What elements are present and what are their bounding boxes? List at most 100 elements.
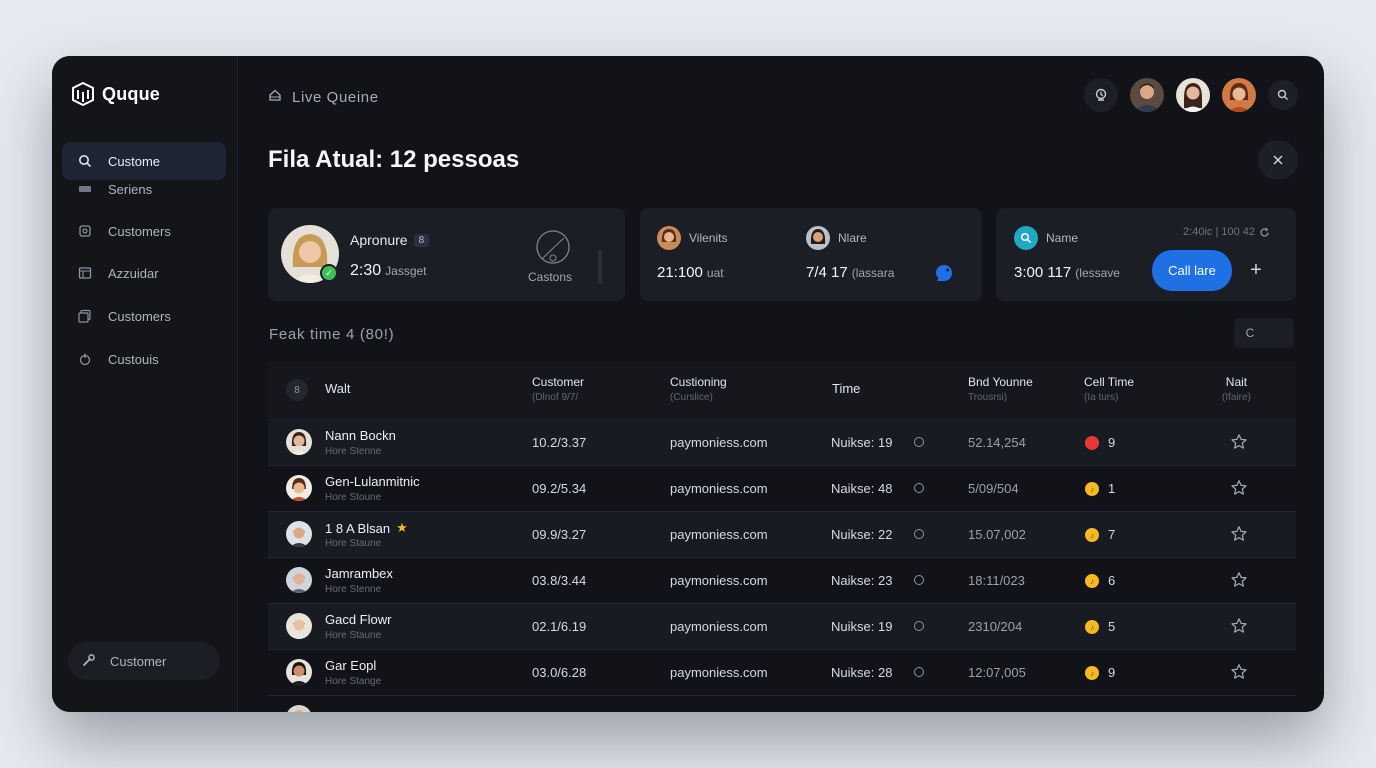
- avatar[interactable]: [1222, 78, 1256, 112]
- row-subtitle: Hore Stenne: [325, 584, 382, 595]
- row-count: 9: [1108, 665, 1116, 680]
- breadcrumb: Live Queine: [268, 88, 379, 106]
- queue-stats-card[interactable]: Vilenits 21:100 uat Nlare 7/4 17 (lassara: [640, 208, 982, 301]
- row-time: 52.14,254: [968, 435, 1026, 450]
- search-icon[interactable]: [1014, 226, 1038, 250]
- row-date: 03.8/3.44: [532, 573, 587, 588]
- section-action-button[interactable]: C: [1234, 318, 1294, 348]
- header-badge: 8: [286, 379, 308, 401]
- table-row[interactable]: Nann Bockn Hore Stenne 10.2/3.37 paymoniess…: [268, 420, 1296, 466]
- column-header-call[interactable]: Cell Time (Ia turs): [1084, 375, 1134, 405]
- sidebar-item-seriens[interactable]: Seriens: [62, 174, 226, 204]
- row-count: 7: [1108, 527, 1116, 542]
- customer-name: Nann Bockn: [325, 428, 396, 443]
- calendar-icon: [78, 266, 92, 280]
- row-status: Nuikse: 19: [831, 435, 893, 450]
- row-subtitle: Hore Stoune: [325, 492, 382, 503]
- avatar[interactable]: [1130, 78, 1164, 112]
- avatar: [286, 659, 312, 685]
- table-row[interactable]: 1 8 A Blsan ★ Hore Staune 09.9/3.27 paymonie…: [268, 512, 1296, 558]
- chat-icon[interactable]: [934, 263, 954, 283]
- status-ring-icon: [914, 483, 924, 493]
- card-meta-text: 2:40ic | 100 42: [1183, 226, 1255, 238]
- sidebar-item-customers[interactable]: Customers: [62, 212, 226, 250]
- favorite-star-icon[interactable]: [1230, 571, 1248, 589]
- stat-person-name: Vilenits: [689, 231, 728, 245]
- current-customer-card[interactable]: ✓ Apronure 8 2:30 Jassget Castons: [268, 208, 625, 301]
- table-row[interactable]: Gacd Flowr Hore Staune 02.1/6.19 paymoniess…: [268, 604, 1296, 650]
- column-header-customing[interactable]: Custioning (Curslice): [670, 375, 727, 405]
- wait-time: 2:30 Jassget: [350, 262, 427, 280]
- table-row[interactable]: Gar Eopl Hore Stange 03.0/6.28 paymoniess.c…: [268, 650, 1296, 696]
- avatar[interactable]: [1176, 78, 1210, 112]
- sidebar-bottom-label: Customer: [110, 653, 167, 669]
- close-button[interactable]: [1258, 140, 1298, 180]
- logo-cube-icon: [72, 82, 94, 106]
- row-status: Nuikse: 19: [831, 619, 893, 634]
- row-time: 15.07,002: [968, 527, 1026, 542]
- refresh-icon[interactable]: [1259, 227, 1270, 238]
- row-domain[interactable]: paymoniess.com: [670, 527, 768, 542]
- table-row[interactable]: Jamrambex Hore Stenne 03.8/3.44 paymoniess.…: [268, 558, 1296, 604]
- header-sub: Trousrsi): [968, 392, 1008, 403]
- notifications-button[interactable]: [1084, 78, 1118, 112]
- row-domain[interactable]: paymoniess.com: [670, 619, 768, 634]
- wrench-icon: [82, 653, 96, 670]
- customer-name: Jamrambex: [325, 566, 393, 581]
- row-time: 2310/204: [968, 619, 1023, 634]
- home-icon[interactable]: [268, 88, 282, 106]
- column-header-nait[interactable]: Nait (Ifaire): [1222, 375, 1251, 405]
- table-row[interactable]: Gen-Lulanmitnic Hore Stoune 09.2/5.34 paymo…: [268, 466, 1296, 512]
- favorite-star-icon[interactable]: [1230, 617, 1248, 635]
- call-next-card: Name 2:40ic | 100 42 3:00 117 (lessave Ca…: [996, 208, 1296, 301]
- app-logo[interactable]: Quque: [72, 82, 160, 106]
- favorite-star-icon[interactable]: [1230, 663, 1248, 681]
- hand-icon: [78, 352, 92, 366]
- row-subtitle: Hore Stenne: [325, 446, 382, 457]
- priority-dot-icon: ♪: [1085, 620, 1099, 634]
- avatar: [286, 705, 312, 712]
- favorite-star-icon[interactable]: [1230, 525, 1248, 543]
- sidebar-item-customers-2[interactable]: Customers: [62, 297, 226, 335]
- breadcrumb-label[interactable]: Live Queine: [292, 89, 379, 106]
- add-button[interactable]: +: [1244, 258, 1268, 282]
- customer-name: Apronure: [350, 232, 408, 248]
- row-count: 1: [1108, 481, 1116, 496]
- priority-dot-icon: ♪: [1085, 574, 1099, 588]
- favorite-star-icon[interactable]: [1230, 433, 1248, 451]
- row-date: 02.1/6.19: [532, 619, 587, 634]
- status-ring-icon: [914, 575, 924, 585]
- avatar: [286, 613, 312, 639]
- stat-value: 21:100: [657, 264, 703, 281]
- call-next-button[interactable]: Call lare: [1152, 250, 1232, 291]
- row-date: 09.9/3.27: [532, 527, 587, 542]
- card-caption: Castons: [528, 270, 573, 284]
- row-domain[interactable]: paymoniess.com: [670, 481, 768, 496]
- search-button[interactable]: [1268, 80, 1298, 110]
- avatar: [806, 226, 830, 250]
- sidebar-bottom-button[interactable]: Customer: [68, 642, 220, 680]
- card-icon: [78, 182, 92, 196]
- favorite-star-icon[interactable]: [1230, 479, 1248, 497]
- header-sub: (Ifaire): [1222, 392, 1251, 403]
- wait-time-unit: Jassget: [385, 264, 427, 278]
- column-header-customer[interactable]: Customer (Dlnof 9/7/: [532, 375, 584, 405]
- row-domain[interactable]: paymoniess.com: [670, 665, 768, 680]
- column-header-wait[interactable]: Walt: [325, 381, 351, 396]
- users-icon: [78, 309, 92, 323]
- sidebar-item-custouis[interactable]: Custouis: [62, 340, 226, 378]
- table-row-partial: [268, 696, 1296, 712]
- column-header-band[interactable]: Bnd Younne Trousrsi): [968, 375, 1033, 405]
- next-call-value: 3:00 117: [1014, 264, 1072, 281]
- column-header-time[interactable]: Time: [832, 381, 860, 396]
- header-label: Cell Time: [1084, 375, 1135, 389]
- level-bar: [598, 250, 602, 284]
- priority-dot-icon: ♪: [1085, 666, 1099, 680]
- row-date: 10.2/3.37: [532, 435, 587, 450]
- row-time: 12:07,005: [968, 665, 1026, 680]
- row-subtitle: Hore Staune: [325, 630, 382, 641]
- row-domain[interactable]: paymoniess.com: [670, 573, 768, 588]
- next-call-unit: (lessave: [1075, 266, 1120, 280]
- row-domain[interactable]: paymoniess.com: [670, 435, 768, 450]
- sidebar-item-azzuidar[interactable]: Azzuidar: [62, 254, 226, 292]
